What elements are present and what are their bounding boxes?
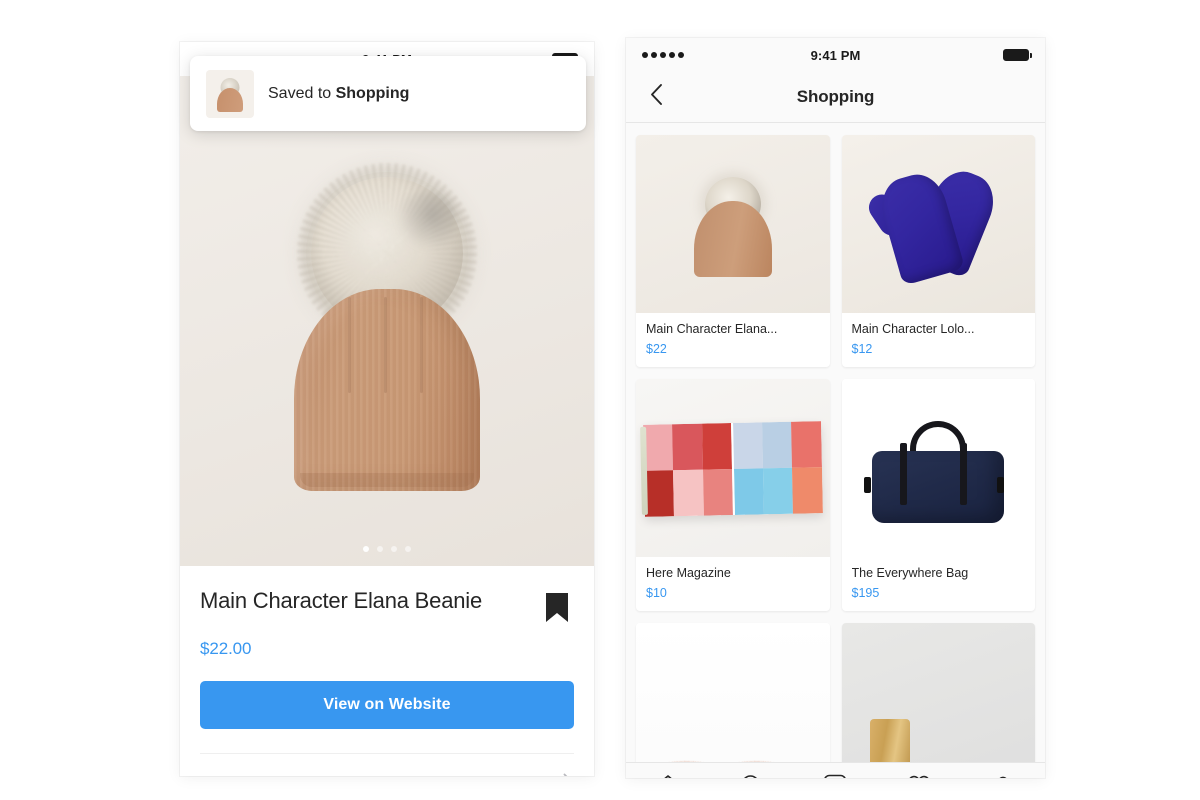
product-card-meta: Main Character Elana... $22 <box>636 313 830 367</box>
toast-message-collection: Shopping <box>335 84 410 102</box>
tab-search[interactable] <box>710 763 794 778</box>
product-info-panel: Main Character Elana Beanie $22.00 View … <box>180 566 594 754</box>
add-post-icon <box>822 773 848 778</box>
description-row[interactable]: Description <box>180 754 594 776</box>
beanie-body-shape <box>294 288 480 491</box>
toast-message: Saved to Shopping <box>268 85 409 103</box>
beanie-thumbnail-icon <box>206 69 254 118</box>
product-image-magazine <box>636 379 830 557</box>
beanie-illustration <box>272 162 502 491</box>
carousel-dot-4[interactable] <box>405 546 411 552</box>
product-card-meta: Main Character Lolo... $12 <box>842 313 1036 367</box>
phone-right-shopping-collection: 9:41 PM Shopping Main Character Elana...… <box>626 38 1045 778</box>
status-bar-time-right: 9:41 PM <box>810 47 861 63</box>
product-card-name: The Everywhere Bag <box>851 566 969 580</box>
product-card-meta: Here Magazine $10 <box>636 557 830 611</box>
product-card-magazine[interactable]: Here Magazine $10 <box>636 379 830 611</box>
product-card-mittens[interactable]: Main Character Lolo... $12 <box>841 135 1036 367</box>
search-icon <box>739 773 765 778</box>
product-image-beanie <box>636 135 830 313</box>
product-card-slippers[interactable] <box>636 623 830 762</box>
product-title-row: Main Character Elana Beanie <box>200 588 574 631</box>
chevron-left-icon[interactable] <box>644 80 669 115</box>
signal-dots-icon-right <box>642 52 684 58</box>
bookmark-filled-icon[interactable] <box>540 590 574 631</box>
product-card-name: Main Character Elana... <box>646 322 778 336</box>
bottom-tab-bar <box>626 762 1045 778</box>
tab-add-post[interactable] <box>794 763 878 778</box>
chevron-right-icon <box>563 773 574 776</box>
product-price: $22.00 <box>200 639 252 658</box>
product-card-beanie[interactable]: Main Character Elana... $22 <box>636 135 830 367</box>
carousel-dot-2[interactable] <box>377 546 383 552</box>
product-card-name: Main Character Lolo... <box>851 322 975 336</box>
product-card-lamp[interactable] <box>841 623 1035 762</box>
phone-left-product-detail: 9:41 PM <box>180 42 594 776</box>
product-card-price: $195 <box>851 586 880 600</box>
heart-icon <box>906 773 932 778</box>
status-bar-right: 9:41 PM <box>626 38 1045 72</box>
product-card-name: Here Magazine <box>646 566 731 580</box>
home-icon <box>655 773 681 778</box>
tab-home[interactable] <box>626 763 710 778</box>
battery-full-icon-right <box>1003 49 1032 61</box>
tab-activity[interactable] <box>877 763 961 778</box>
carousel-dot-3[interactable] <box>391 546 397 552</box>
section-divider <box>200 753 574 754</box>
product-image-bag <box>841 379 1035 557</box>
product-image-mittens <box>841 135 1035 313</box>
navigation-header: Shopping <box>626 72 1045 123</box>
toast-message-prefix: Saved to <box>268 84 336 102</box>
product-title: Main Character Elana Beanie <box>200 588 482 613</box>
product-grid: Main Character Elana... $22 Main Charact… <box>636 135 1035 762</box>
tab-profile[interactable] <box>961 763 1045 778</box>
product-card-bag[interactable]: The Everywhere Bag $195 <box>841 379 1036 611</box>
product-hero-image[interactable] <box>180 76 594 566</box>
carousel-page-dots[interactable] <box>363 546 411 552</box>
product-image-lamp <box>841 623 1035 762</box>
carousel-dot-1[interactable] <box>363 546 369 552</box>
product-card-price: $22 <box>646 342 667 356</box>
product-card-price: $12 <box>851 342 873 356</box>
profile-icon <box>990 773 1016 778</box>
view-on-website-button[interactable]: View on Website <box>200 681 574 729</box>
saved-to-shopping-toast[interactable]: Saved to Shopping <box>190 56 586 131</box>
shopping-collection-grid[interactable]: Main Character Elana... $22 Main Charact… <box>626 123 1045 762</box>
product-card-price: $10 <box>646 586 667 600</box>
product-card-meta: The Everywhere Bag $195 <box>842 557 1036 611</box>
product-image-slippers <box>636 623 830 762</box>
page-title: Shopping <box>796 87 875 106</box>
screenshot-canvas: 9:41 PM <box>0 0 1200 800</box>
